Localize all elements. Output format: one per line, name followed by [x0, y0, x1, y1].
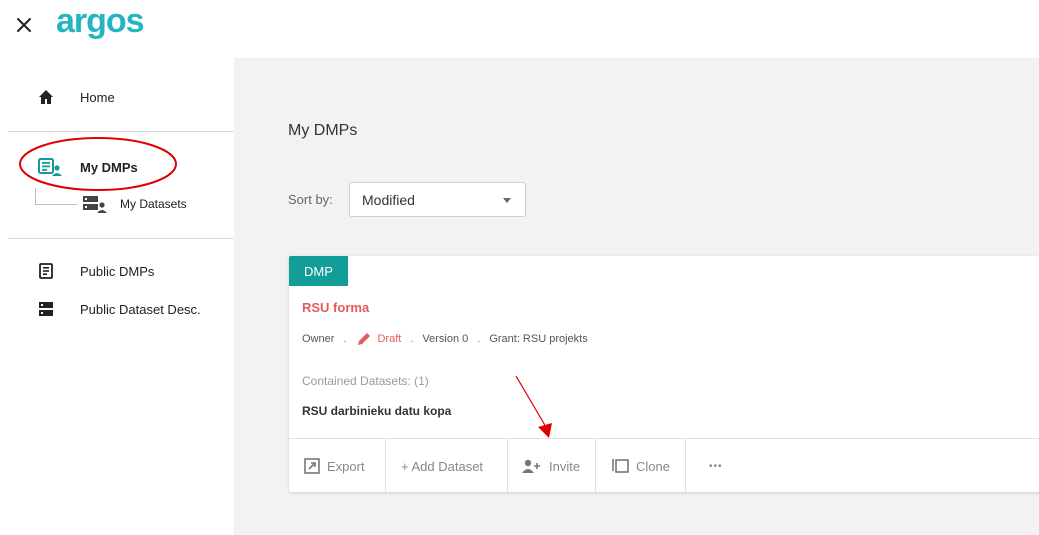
sort-label: Sort by: — [288, 192, 333, 207]
export-label: Export — [327, 458, 365, 474]
sidebar-item-my-datasets[interactable]: My Datasets — [0, 186, 234, 222]
more-icon: ••• — [709, 460, 723, 472]
sidebar: Home My DMPs My Datasets Public DMPs Pub… — [0, 58, 234, 535]
owner-role: Owner — [302, 333, 335, 345]
sidebar-item-home[interactable]: Home — [0, 79, 234, 115]
invite-button[interactable]: Invite — [521, 439, 580, 493]
sidebar-divider — [8, 131, 234, 132]
sidebar-item-label: Home — [80, 89, 115, 105]
public-dmps-icon — [36, 261, 56, 281]
add-dataset-label: + Add Dataset — [401, 458, 484, 474]
main-content: My DMPs Sort by: Modified DMP RSU forma … — [234, 58, 1039, 535]
export-icon — [304, 458, 320, 474]
sort-value: Modified — [362, 191, 415, 208]
pencil-icon — [358, 333, 371, 345]
meta-separator: . — [410, 333, 414, 345]
page-title: My DMPs — [288, 122, 358, 139]
draft-status: Draft — [355, 330, 401, 348]
meta-separator: . — [477, 333, 481, 345]
dataset-name[interactable]: RSU darbinieku datu kopa — [302, 404, 451, 418]
sidebar-item-public-dmps[interactable]: Public DMPs — [0, 253, 234, 289]
invite-icon — [522, 459, 540, 473]
my-datasets-icon — [81, 194, 107, 214]
dmp-card: DMP RSU forma Owner . Draft . Version 0 … — [289, 256, 1039, 493]
top-bar: argos — [0, 0, 1039, 58]
sort-select[interactable]: Modified — [349, 182, 526, 217]
clone-button[interactable]: Clone — [610, 439, 670, 493]
action-divider — [595, 439, 596, 493]
sidebar-item-my-dmps[interactable]: My DMPs — [0, 149, 234, 185]
add-dataset-button[interactable]: + Add Dataset — [401, 439, 483, 493]
contained-datasets-label: Contained Datasets: (1) — [302, 374, 429, 388]
chevron-down-icon — [503, 198, 511, 203]
sidebar-item-label: Public Dataset Desc. — [80, 301, 201, 317]
meta-separator: . — [343, 333, 347, 345]
invite-label: Invite — [549, 458, 581, 474]
card-actions: Export + Add Dataset Invite Clone ••• — [289, 438, 1039, 493]
sidebar-item-label: My DMPs — [80, 159, 138, 175]
version-text: Version 0 — [422, 333, 469, 345]
action-divider — [507, 439, 508, 493]
dmp-title[interactable]: RSU forma — [302, 300, 369, 315]
action-divider — [385, 439, 386, 493]
close-icon[interactable] — [12, 13, 36, 37]
clone-label: Clone — [636, 458, 670, 474]
export-button[interactable]: Export — [303, 439, 365, 493]
argos-logo[interactable]: argos — [54, 2, 164, 46]
sidebar-divider — [8, 238, 234, 239]
home-icon — [36, 87, 56, 107]
clone-icon — [612, 459, 629, 473]
action-divider — [685, 439, 686, 493]
more-options-button[interactable]: ••• — [709, 439, 723, 493]
draft-label: Draft — [377, 333, 402, 345]
sidebar-item-label: Public DMPs — [80, 263, 155, 279]
my-dmps-icon — [38, 157, 62, 177]
sidebar-item-public-datasets[interactable]: Public Dataset Desc. — [0, 291, 234, 327]
grant-text: Grant: RSU projekts — [489, 333, 588, 345]
svg-text:argos: argos — [56, 2, 144, 40]
public-datasets-icon — [36, 299, 56, 319]
sidebar-item-label: My Datasets — [120, 197, 187, 211]
dmp-tag: DMP — [289, 256, 348, 286]
dmp-meta: Owner . Draft . Version 0 . Grant: RSU p… — [302, 330, 588, 348]
